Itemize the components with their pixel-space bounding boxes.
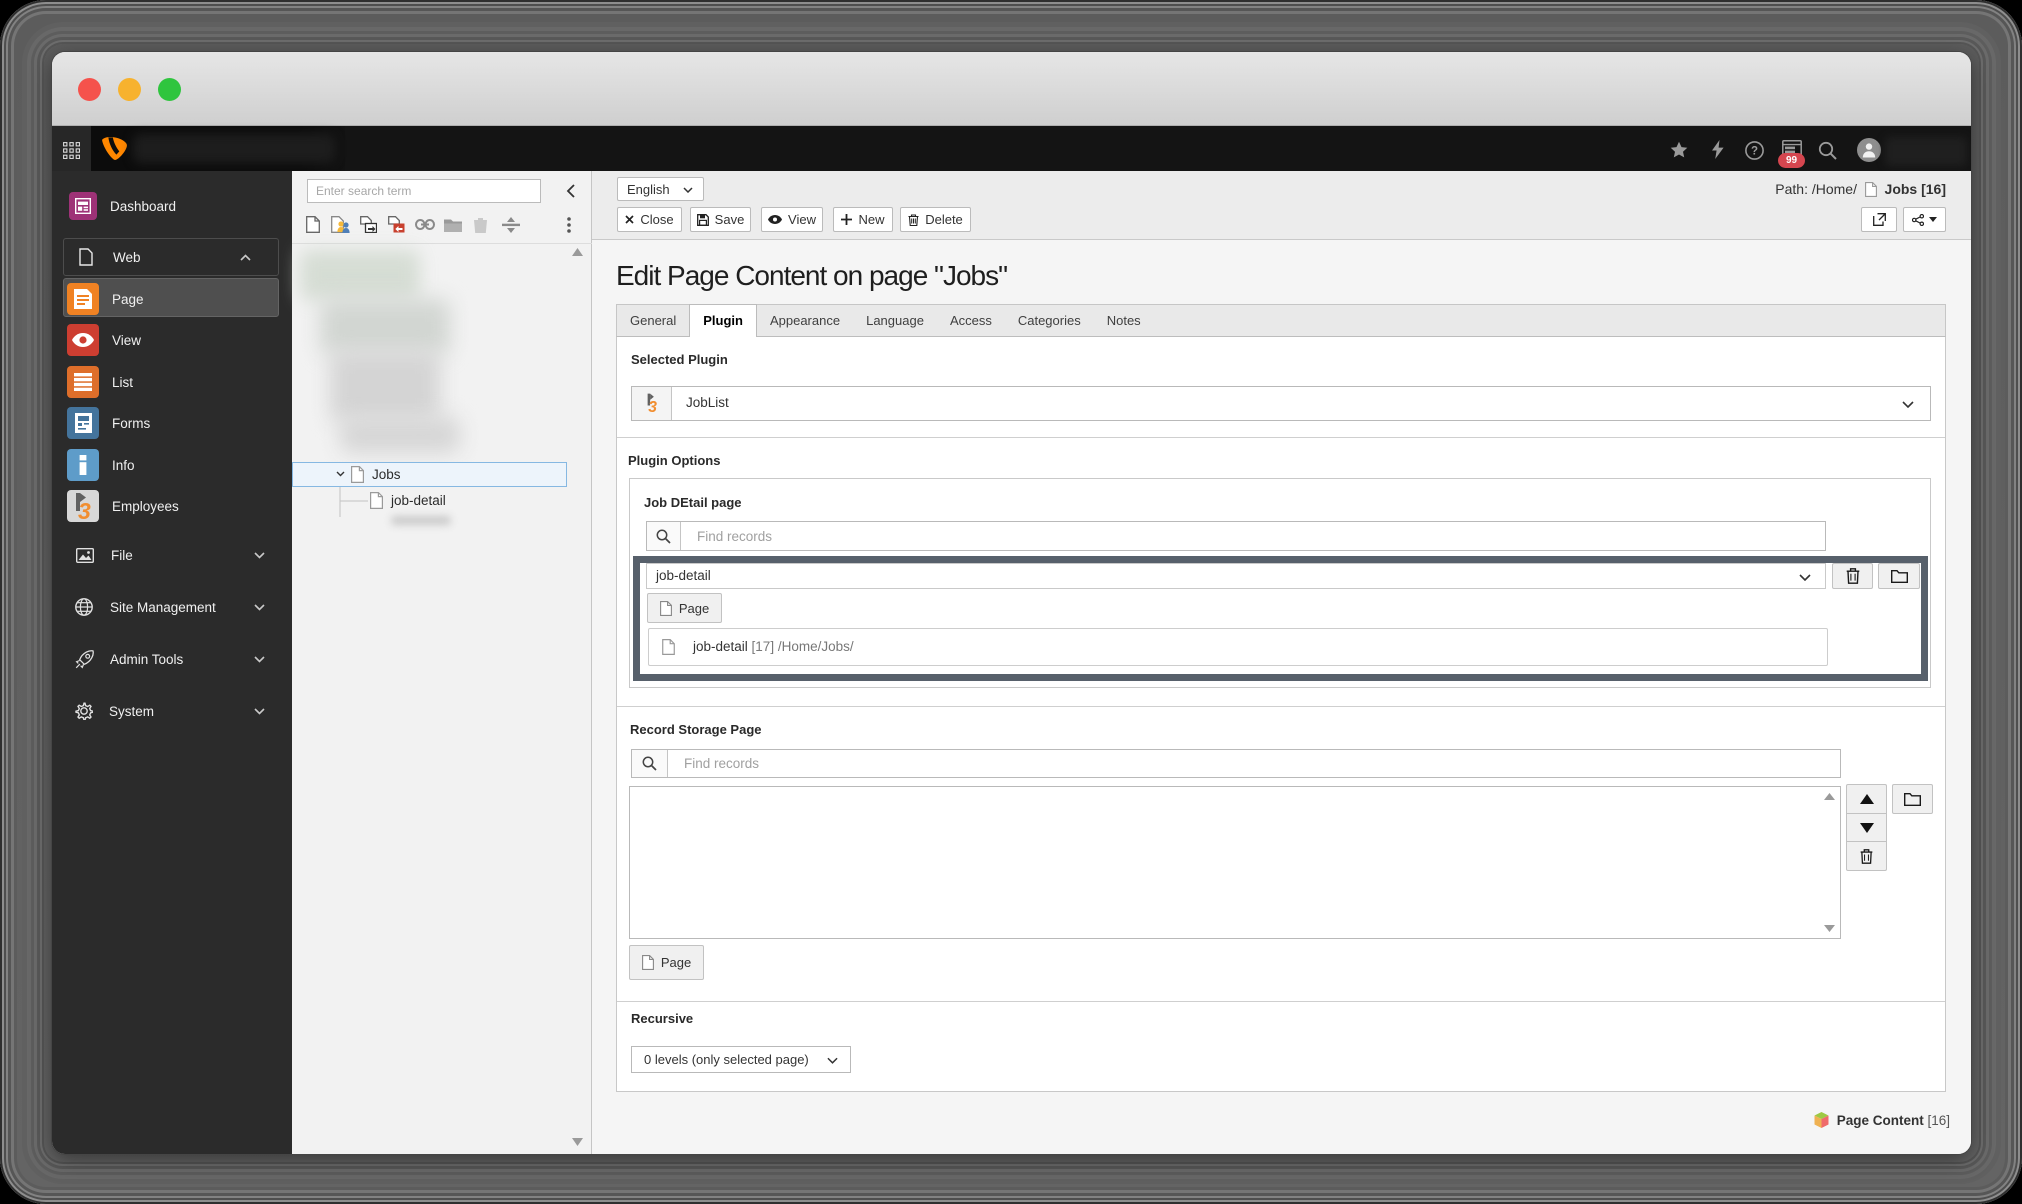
svg-text:?: ? [1751, 146, 1758, 158]
svg-text:3: 3 [648, 399, 657, 414]
svg-text:3: 3 [78, 498, 91, 522]
